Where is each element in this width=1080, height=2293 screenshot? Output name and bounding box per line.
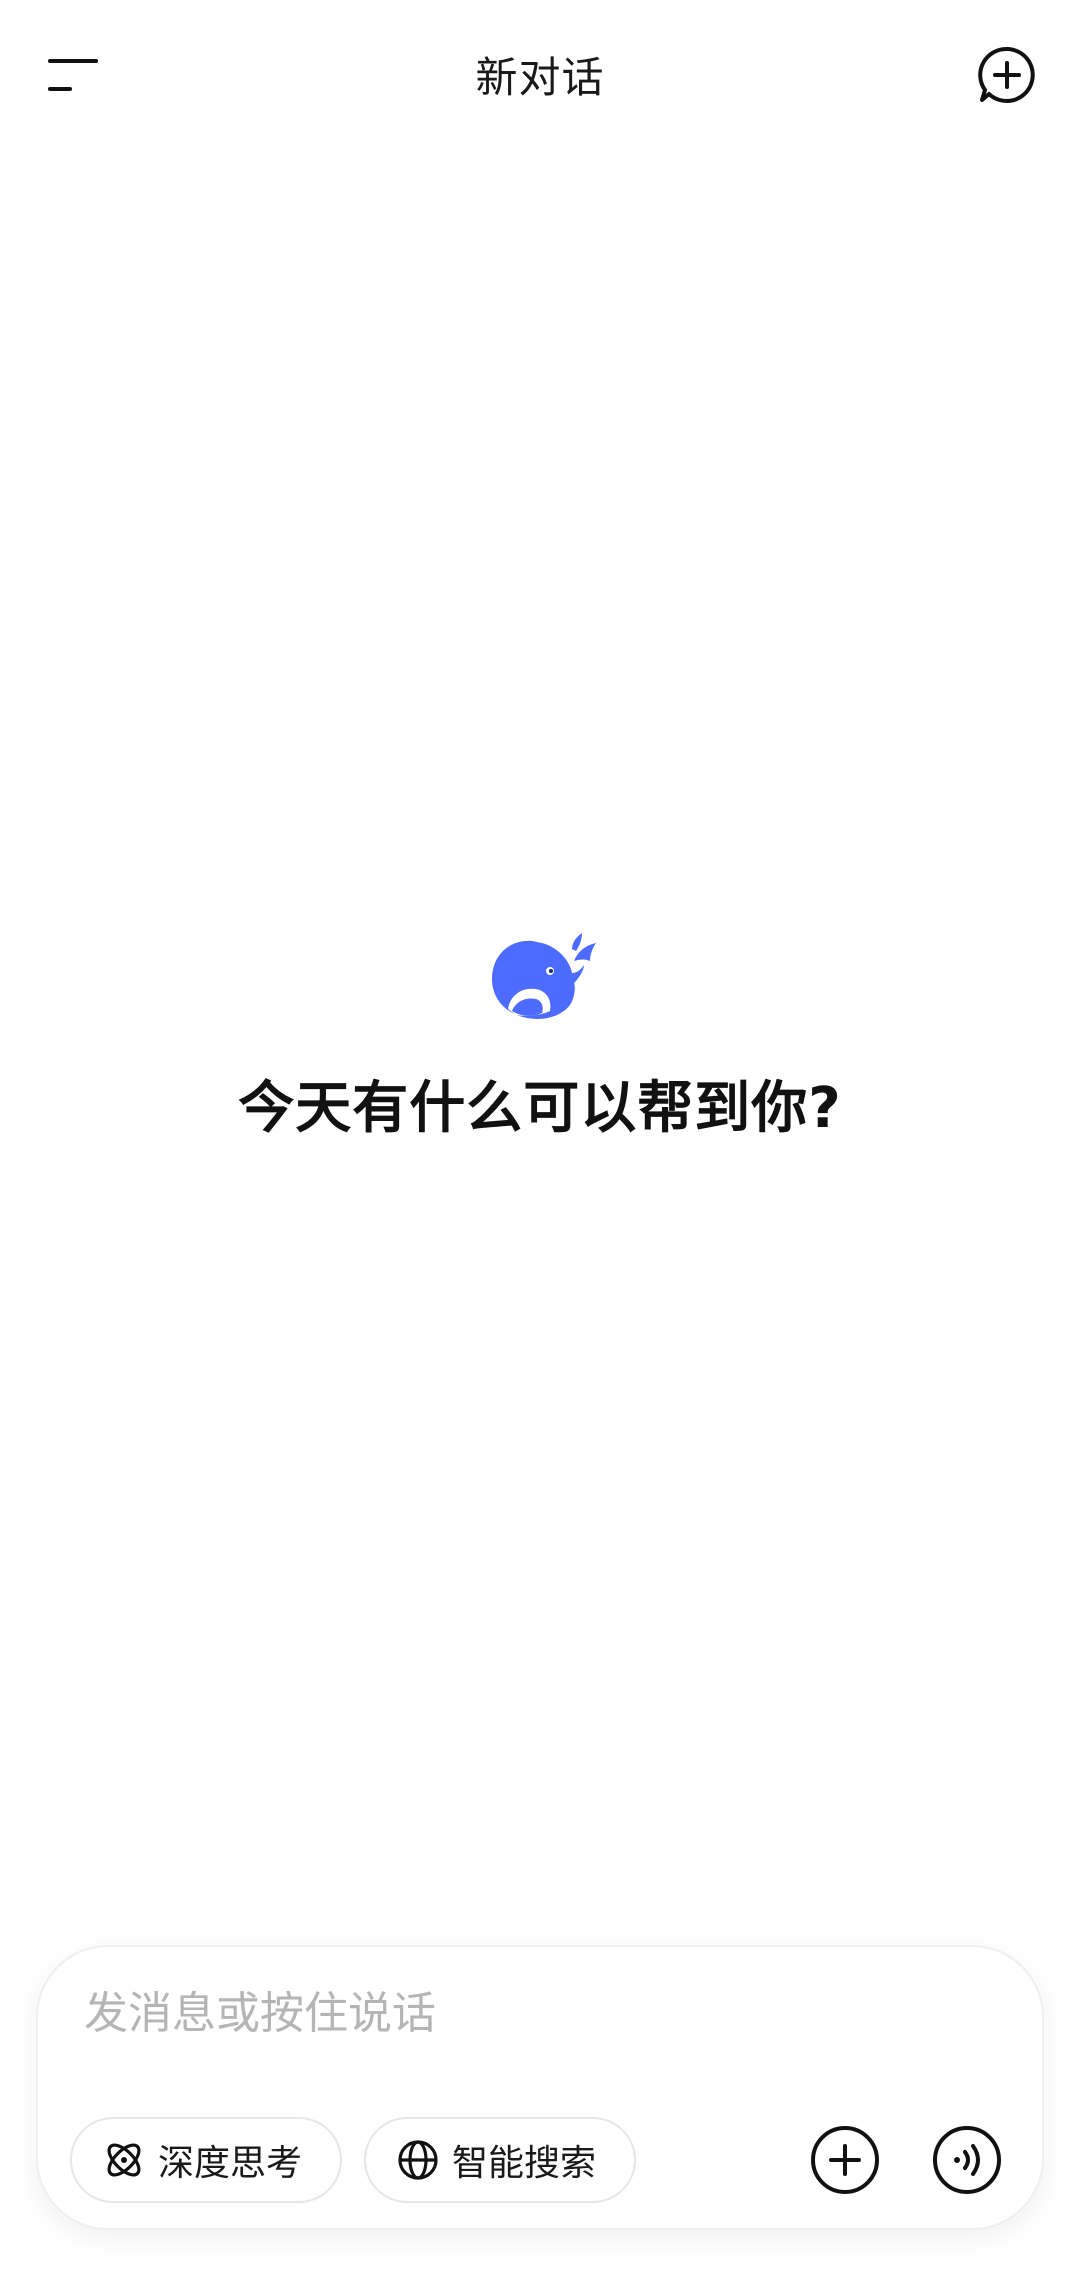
app-screen: 新对话 今天有什么可以帮到你? 发消息或按住说话 深度思考 智能搜索: [0, 0, 1080, 2293]
smart-search-toggle[interactable]: 智能搜索: [364, 2117, 636, 2203]
message-input[interactable]: [84, 1983, 984, 2043]
message-composer: 深度思考 智能搜索: [36, 1945, 1044, 2230]
plus-circle-icon: [811, 2126, 879, 2194]
globe-icon: [396, 2138, 440, 2182]
page-title: 新对话: [475, 53, 605, 102]
smart-search-label: 智能搜索: [452, 2143, 597, 2184]
deep-think-label: 深度思考: [158, 2143, 303, 2184]
attach-button[interactable]: [806, 2121, 884, 2199]
new-chat-icon: [978, 46, 1035, 103]
top-bar: 新对话: [0, 0, 1080, 150]
atom-icon: [102, 2138, 146, 2182]
deep-think-toggle[interactable]: 深度思考: [70, 2117, 342, 2203]
new-chat-button[interactable]: [972, 40, 1042, 110]
voice-wave-icon: [933, 2126, 1001, 2194]
whale-logo: [492, 933, 596, 1019]
welcome-message: 今天有什么可以帮到你?: [238, 1076, 842, 1141]
voice-input-button[interactable]: [928, 2121, 1006, 2199]
welcome-section: 今天有什么可以帮到你?: [0, 925, 1080, 1144]
